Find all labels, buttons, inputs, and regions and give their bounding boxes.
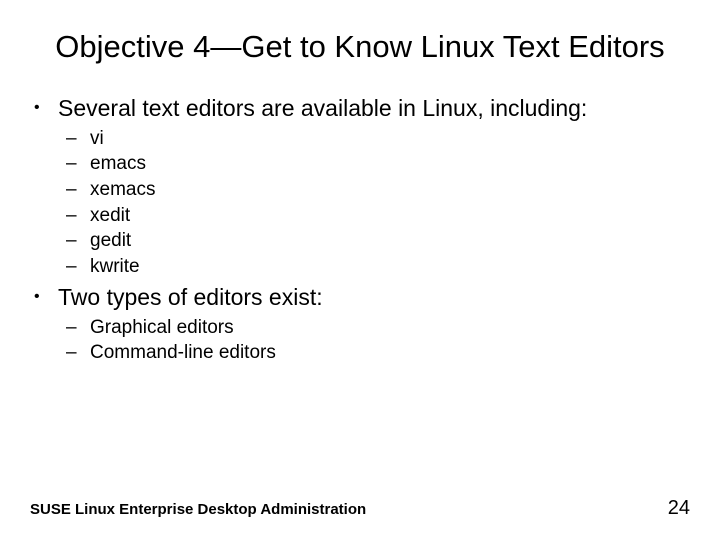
list-item-text: kwrite <box>90 256 140 277</box>
list-item-text: emacs <box>90 153 146 174</box>
list-item: Several text editors are available in Li… <box>30 93 690 280</box>
list-item: kwrite <box>58 254 690 280</box>
list-item-text: Two types of editors exist: <box>58 284 323 310</box>
list-item: vi <box>58 126 690 152</box>
list-item: xedit <box>58 203 690 229</box>
list-item-text: xemacs <box>90 179 155 200</box>
slide-body: Several text editors are available in Li… <box>30 93 690 366</box>
slide-title: Objective 4—Get to Know Linux Text Edito… <box>30 28 690 67</box>
list-item: Graphical editors <box>58 315 690 341</box>
bullet-list: Several text editors are available in Li… <box>30 93 690 366</box>
list-item-text: xedit <box>90 205 130 226</box>
list-item-text: vi <box>90 128 104 149</box>
list-item: emacs <box>58 151 690 177</box>
list-item: Two types of editors exist: Graphical ed… <box>30 282 690 366</box>
list-item-text: Graphical editors <box>90 317 234 338</box>
sub-list: Graphical editors Command-line editors <box>58 315 690 366</box>
footer-text: SUSE Linux Enterprise Desktop Administra… <box>30 501 366 518</box>
footer: SUSE Linux Enterprise Desktop Administra… <box>30 497 690 520</box>
list-item: xemacs <box>58 177 690 203</box>
sub-list: vi emacs xemacs xedit gedit kwrite <box>58 126 690 280</box>
list-item: Command-line editors <box>58 340 690 366</box>
slide: Objective 4—Get to Know Linux Text Edito… <box>0 0 720 540</box>
page-number: 24 <box>668 497 690 520</box>
list-item-text: gedit <box>90 230 131 251</box>
list-item-text: Command-line editors <box>90 342 276 363</box>
list-item-text: Several text editors are available in Li… <box>58 95 587 121</box>
list-item: gedit <box>58 228 690 254</box>
